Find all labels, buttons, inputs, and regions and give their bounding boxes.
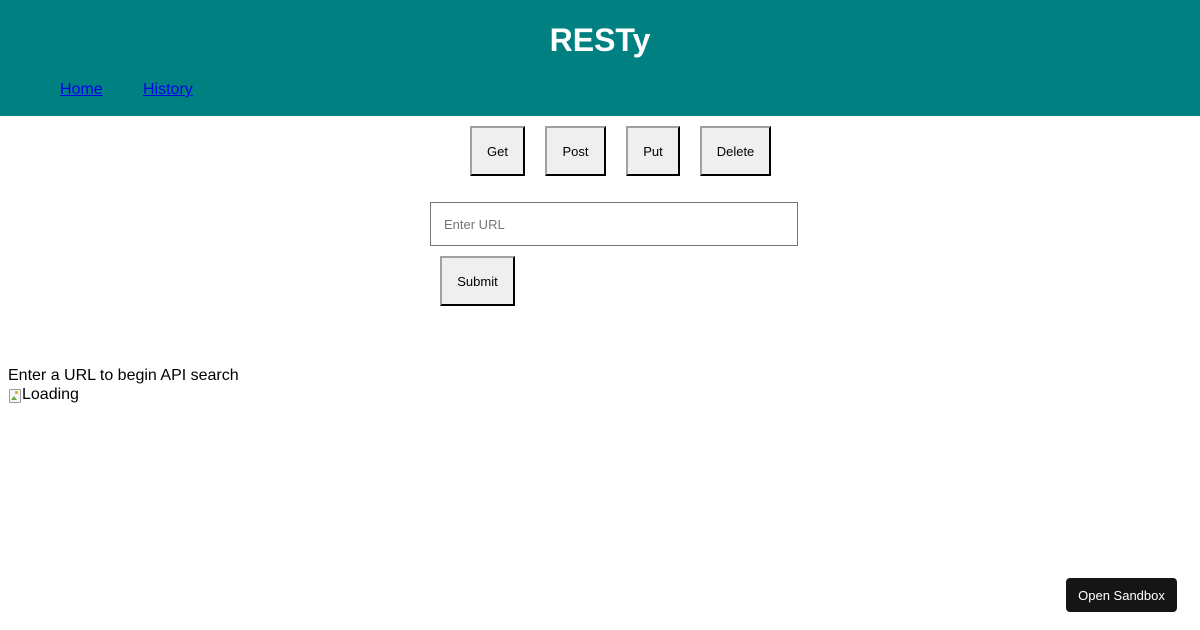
submit-button[interactable]: Submit [440, 256, 515, 306]
loading-image: Loading [8, 385, 79, 404]
loading-alt-text: Loading [22, 386, 79, 403]
put-method-button[interactable]: Put [626, 126, 680, 176]
broken-image-icon [8, 387, 22, 403]
open-sandbox-button[interactable]: Open Sandbox [1066, 578, 1177, 612]
get-method-button[interactable]: Get [470, 126, 525, 176]
post-method-button[interactable]: Post [545, 126, 606, 176]
app-header: RESTy Home History [0, 0, 1200, 116]
nav-link-home[interactable]: Home [60, 81, 103, 99]
delete-method-button[interactable]: Delete [700, 126, 771, 176]
app-title: RESTy [549, 22, 651, 58]
status-message: Enter a URL to begin API search [8, 367, 239, 384]
url-input[interactable] [430, 202, 798, 246]
nav-link-history[interactable]: History [143, 81, 193, 99]
